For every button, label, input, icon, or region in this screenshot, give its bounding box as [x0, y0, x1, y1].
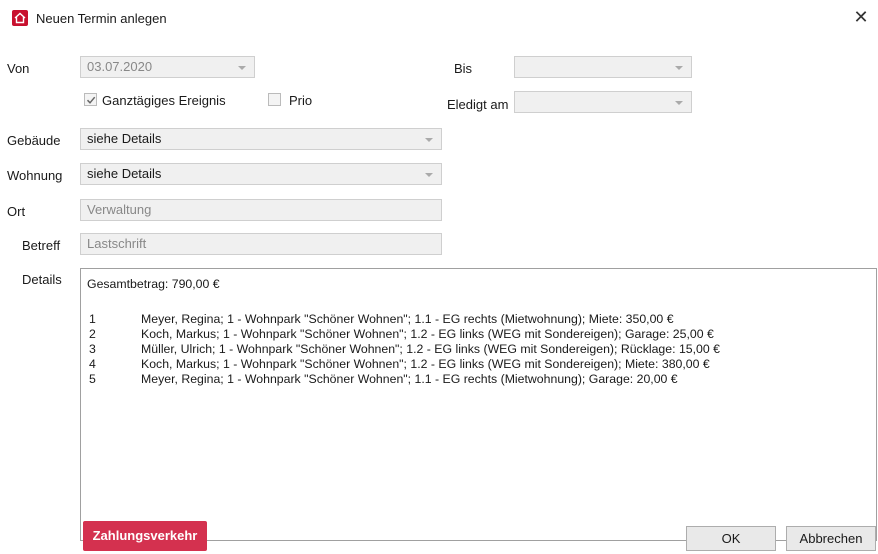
allday-checkbox[interactable]	[84, 93, 97, 106]
details-row-text: Meyer, Regina; 1 - Wohnpark "Schöner Woh…	[141, 372, 678, 386]
betreff-input[interactable]: Lastschrift	[80, 233, 442, 255]
details-row-num: 5	[89, 372, 96, 386]
close-icon[interactable]: ✕	[850, 6, 872, 28]
ort-input[interactable]: Verwaltung	[80, 199, 442, 221]
cancel-button[interactable]: Abbrechen	[786, 526, 876, 551]
erledigt-date-picker[interactable]	[514, 91, 692, 113]
ok-button[interactable]: OK	[686, 526, 776, 551]
details-row-text: Meyer, Regina; 1 - Wohnpark "Schöner Woh…	[141, 312, 674, 326]
von-date-picker[interactable]: 03.07.2020	[80, 56, 255, 78]
ort-label: Ort	[7, 204, 26, 219]
details-row-text: Koch, Markus; 1 - Wohnpark "Schöner Wohn…	[141, 357, 710, 371]
erledigt-label: Eledigt am	[447, 97, 509, 112]
details-row-num: 2	[89, 327, 96, 341]
prio-label: Prio	[289, 93, 313, 108]
gebaeude-value: siehe Details	[87, 131, 162, 146]
von-date-value: 03.07.2020	[87, 59, 153, 74]
checkmark-icon	[86, 96, 96, 104]
gebaeude-select[interactable]: siehe Details	[80, 128, 442, 150]
wohnung-select[interactable]: siehe Details	[80, 163, 442, 185]
von-label: Von	[7, 61, 30, 76]
details-row-text: Müller, Ulrich; 1 - Wohnpark "Schöner Wo…	[141, 342, 720, 356]
ort-placeholder: Verwaltung	[87, 202, 152, 217]
bis-date-picker[interactable]	[514, 56, 692, 78]
house-icon	[12, 10, 28, 26]
title-bar: Neuen Termin anlegen ✕	[0, 0, 878, 33]
betreff-label: Betreff	[22, 238, 61, 253]
details-row-text: Koch, Markus; 1 - Wohnpark "Schöner Wohn…	[141, 327, 714, 341]
details-total: Gesamtbetrag: 790,00 €	[87, 277, 220, 291]
gebaeude-label: Gebäude	[7, 133, 61, 148]
details-row-num: 3	[89, 342, 96, 356]
zahlungsverkehr-button[interactable]: Zahlungsverkehr	[83, 521, 207, 551]
details-row-num: 1	[89, 312, 96, 326]
allday-label: Ganztägiges Ereignis	[102, 93, 226, 108]
wohnung-label: Wohnung	[7, 168, 63, 183]
wohnung-value: siehe Details	[87, 166, 162, 181]
window-title: Neuen Termin anlegen	[36, 11, 167, 26]
prio-checkbox[interactable]	[268, 93, 281, 106]
details-label: Details	[22, 272, 62, 287]
betreff-placeholder: Lastschrift	[87, 236, 147, 251]
bis-label: Bis	[454, 61, 473, 76]
details-textarea[interactable]: Gesamtbetrag: 790,00 € 1 Meyer, Regina; …	[80, 268, 877, 541]
details-row-num: 4	[89, 357, 96, 371]
